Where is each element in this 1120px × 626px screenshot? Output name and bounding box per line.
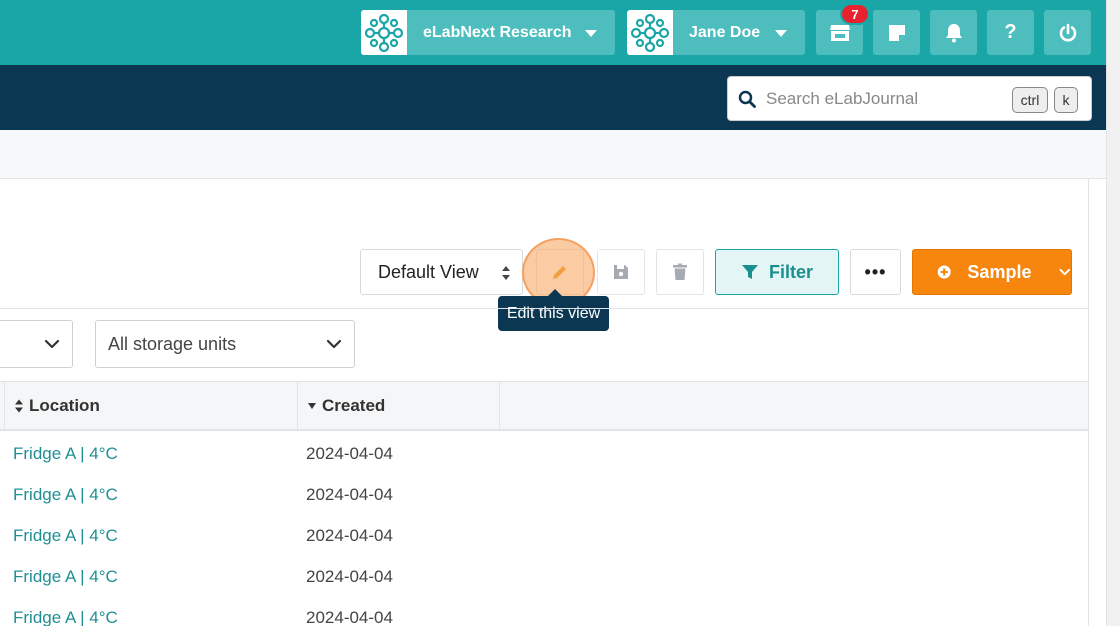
sort-desc-icon <box>308 403 316 409</box>
table-row[interactable]: Fridge A | 4°C 2024-04-04 <box>0 476 1088 517</box>
created-date: 2024-04-04 <box>306 444 393 463</box>
filter-label: Filter <box>768 261 813 282</box>
table-row[interactable]: Fridge A | 4°C 2024-04-04 <box>0 558 1088 599</box>
note-icon <box>888 24 905 41</box>
created-date: 2024-04-04 <box>306 608 393 626</box>
table-row[interactable]: Fridge A | 4°C 2024-04-04 <box>0 517 1088 558</box>
created-date: 2024-04-04 <box>306 526 393 545</box>
location-link[interactable]: Fridge A | 4°C <box>13 567 118 587</box>
divider <box>0 308 1088 309</box>
help-button[interactable]: ? <box>987 10 1034 55</box>
notes-button[interactable] <box>873 10 920 55</box>
table-row[interactable]: Fridge A | 4°C 2024-04-04 <box>0 435 1088 476</box>
edit-view-tooltip: Edit this view <box>498 289 609 331</box>
search-icon <box>738 90 756 108</box>
add-sample-button[interactable]: Sample <box>912 249 1072 295</box>
logout-button[interactable] <box>1044 10 1091 55</box>
filter-button[interactable]: Filter <box>715 249 839 295</box>
search-placeholder: Search eLabJournal <box>766 88 919 108</box>
page-scrollbar[interactable] <box>1106 0 1120 626</box>
more-icon: ••• <box>864 261 887 282</box>
chevron-down-icon <box>1059 268 1071 276</box>
chevron-down-icon <box>326 339 342 349</box>
org-switcher-button[interactable]: eLabNext Research <box>361 10 615 55</box>
user-name: Jane Doe <box>689 23 761 41</box>
view-select[interactable]: Default View <box>360 249 523 295</box>
help-icon: ? <box>1004 21 1017 43</box>
column-label: Created <box>322 396 386 415</box>
org-logo-icon <box>361 10 407 55</box>
breadcrumb-bar <box>0 130 1106 179</box>
column-header-created[interactable]: Created <box>298 382 500 430</box>
view-select-value: Default View <box>378 261 479 282</box>
store-badge: 7 <box>840 3 870 25</box>
plus-circle-icon <box>937 265 951 279</box>
chevron-down-icon <box>585 30 597 37</box>
column-header-location[interactable]: Location <box>5 382 298 430</box>
bell-icon <box>945 23 962 42</box>
user-avatar-icon <box>627 10 673 55</box>
shortcut-ctrl-key: ctrl <box>1012 87 1048 113</box>
chevron-down-icon <box>775 30 787 37</box>
storage-units-dropdown[interactable]: All storage units <box>95 320 355 368</box>
sort-updown-icon <box>502 266 510 280</box>
storage-units-value: All storage units <box>108 333 237 354</box>
shortcut-k-key: k <box>1054 87 1078 113</box>
location-link[interactable]: Fridge A | 4°C <box>13 444 118 464</box>
more-options-button[interactable]: ••• <box>850 249 901 295</box>
filter-icon <box>741 265 758 279</box>
save-icon <box>614 265 628 279</box>
location-link[interactable]: Fridge A | 4°C <box>13 526 118 546</box>
delete-view-button[interactable] <box>656 249 704 295</box>
created-date: 2024-04-04 <box>306 485 393 504</box>
content-border <box>1088 179 1089 626</box>
org-name: eLabNext Research <box>423 23 572 41</box>
store-icon <box>829 24 850 41</box>
sort-icon <box>15 399 23 413</box>
user-menu-button[interactable]: Jane Doe <box>627 10 805 55</box>
location-link[interactable]: Fridge A | 4°C <box>13 485 118 505</box>
column-label: Location <box>29 396 100 415</box>
location-link[interactable]: Fridge A | 4°C <box>13 608 118 626</box>
save-view-button[interactable] <box>597 249 645 295</box>
trash-icon <box>673 263 687 280</box>
table-row[interactable]: Fridge A | 4°C 2024-04-04 <box>0 599 1088 626</box>
table-header: Location Created <box>0 381 1088 431</box>
chevron-down-icon <box>44 339 60 349</box>
filter-dropdown[interactable] <box>0 320 73 368</box>
created-date: 2024-04-04 <box>306 567 393 586</box>
sample-label: Sample <box>967 261 1032 282</box>
notifications-button[interactable] <box>930 10 977 55</box>
power-icon <box>1059 23 1076 41</box>
search-input[interactable]: Search eLabJournal ctrl k <box>727 76 1092 121</box>
